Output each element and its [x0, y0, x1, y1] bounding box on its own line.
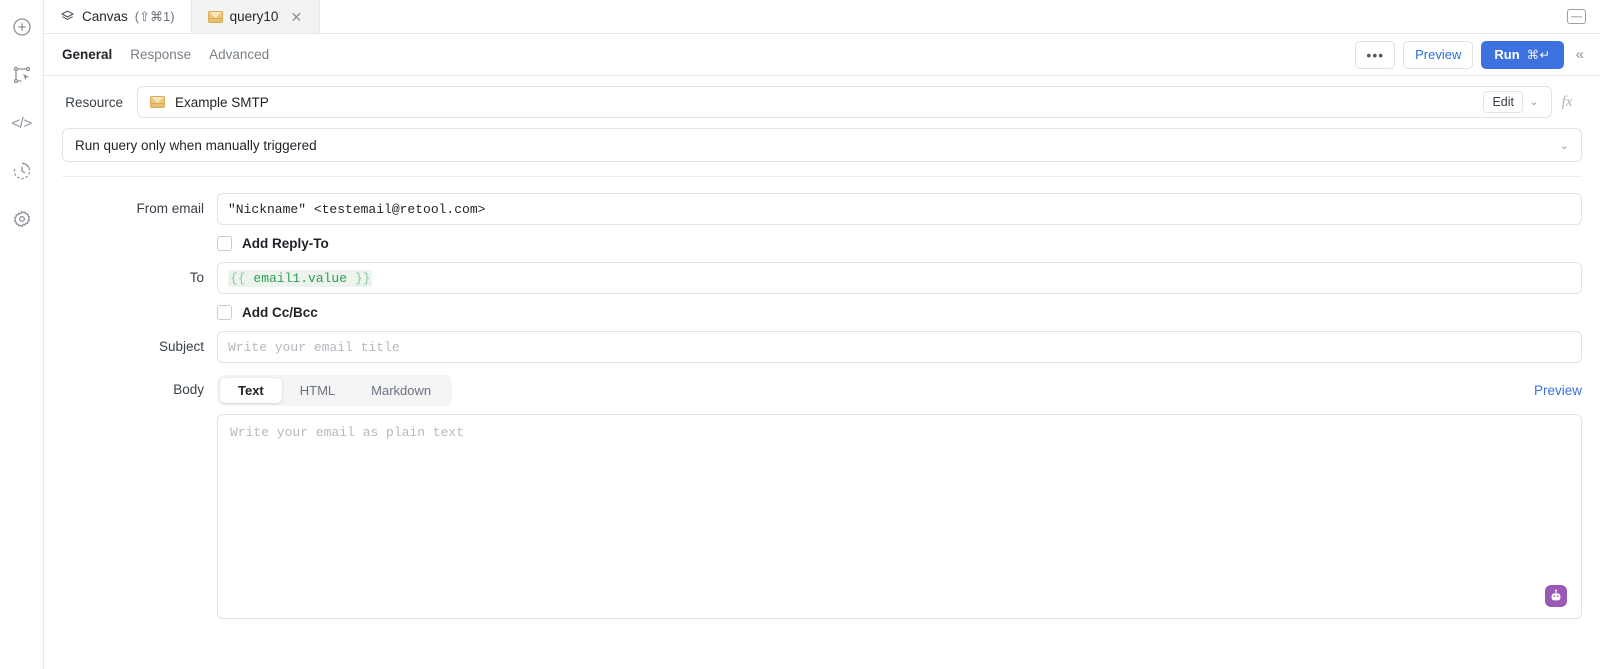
tab-strip-right — [1567, 0, 1600, 33]
resource-value: Example SMTP — [175, 94, 269, 110]
tab-query10[interactable]: query10 ✕ — [191, 0, 321, 33]
subject-placeholder: Write your email title — [228, 339, 400, 355]
run-button-label: Run — [1494, 47, 1520, 62]
chevron-down-icon: ⌄ — [1559, 139, 1569, 152]
preview-button[interactable]: Preview — [1403, 40, 1474, 69]
edit-resource-button[interactable]: Edit — [1483, 91, 1523, 113]
run-button[interactable]: Run ⌘↵ — [1481, 40, 1564, 69]
query-editor-body: Resource Example SMTP Edit ⌄ fx Run quer… — [44, 76, 1600, 669]
tab-general[interactable]: General — [62, 47, 112, 62]
from-email-row: From email "Nickname" <testemail@retool.… — [62, 193, 1582, 225]
left-icon-rail: </> — [0, 0, 44, 669]
tab-strip: Canvas (⇧⌘1) query10 ✕ — [44, 0, 1600, 34]
body-mode-markdown[interactable]: Markdown — [353, 378, 449, 403]
history-icon[interactable] — [7, 156, 37, 186]
body-label: Body — [173, 382, 204, 397]
body-mode-row: Body Text HTML Markdown Preview — [62, 374, 1582, 406]
from-email-label: From email — [136, 201, 204, 216]
subject-row: Subject Write your email title — [62, 331, 1582, 363]
body-mode-text[interactable]: Text — [220, 377, 282, 403]
from-email-value: "Nickname" <testemail@retool.com> — [228, 201, 486, 217]
email-envelope-icon — [207, 10, 223, 23]
subject-input[interactable]: Write your email title — [217, 331, 1582, 363]
chevron-down-icon[interactable]: ⌄ — [1523, 91, 1545, 113]
app-root: </> Canvas (⇧⌘1) query10 ✕ General Respo… — [0, 0, 1600, 669]
from-email-input[interactable]: "Nickname" <testemail@retool.com> — [217, 193, 1582, 225]
to-row: To {{ email1.value }} — [62, 262, 1582, 294]
main-column: Canvas (⇧⌘1) query10 ✕ General Response … — [44, 0, 1600, 669]
trigger-mode-select[interactable]: Run query only when manually triggered ⌄ — [62, 128, 1582, 162]
add-reply-to-checkbox[interactable] — [217, 236, 232, 251]
to-label: To — [189, 270, 204, 285]
to-open-brace: {{ — [230, 270, 246, 286]
close-icon[interactable]: ✕ — [289, 10, 303, 24]
add-cc-bcc-row: Add Cc/Bcc — [62, 305, 1582, 320]
to-input[interactable]: {{ email1.value }} — [217, 262, 1582, 294]
code-icon[interactable]: </> — [7, 108, 37, 138]
minimize-panel-icon[interactable] — [1567, 9, 1586, 24]
tab-canvas[interactable]: Canvas (⇧⌘1) — [44, 0, 192, 33]
add-cc-bcc-checkbox[interactable] — [217, 305, 232, 320]
trigger-mode-value: Run query only when manually triggered — [75, 137, 317, 153]
email-envelope-icon — [150, 96, 165, 108]
resource-row: Resource Example SMTP Edit ⌄ fx — [62, 76, 1582, 128]
code-icon-glyph: </> — [11, 114, 32, 132]
add-reply-to-label[interactable]: Add Reply-To — [242, 236, 329, 251]
query-tabs: General Response Advanced — [62, 47, 269, 62]
resource-label: Resource — [65, 94, 123, 110]
select-frame-icon[interactable] — [7, 60, 37, 90]
fx-icon[interactable]: fx — [1552, 94, 1582, 111]
add-cc-bcc-label[interactable]: Add Cc/Bcc — [242, 305, 318, 320]
ai-assistant-icon[interactable] — [1545, 585, 1567, 607]
add-reply-to-row: Add Reply-To — [62, 236, 1582, 251]
tab-canvas-label: Canvas — [82, 9, 128, 24]
body-placeholder: Write your email as plain text — [230, 425, 465, 440]
resource-select[interactable]: Example SMTP Edit ⌄ — [137, 86, 1552, 118]
layers-icon — [60, 9, 75, 24]
query-toolbar: General Response Advanced ••• Preview Ru… — [44, 34, 1600, 76]
body-preview-link[interactable]: Preview — [1534, 383, 1582, 398]
subject-label: Subject — [158, 339, 204, 354]
to-expression: {{ email1.value }} — [228, 269, 373, 287]
tab-response[interactable]: Response — [130, 47, 191, 62]
to-close-brace: }} — [354, 270, 371, 286]
tab-query10-label: query10 — [229, 9, 279, 24]
body-mode-html[interactable]: HTML — [282, 378, 353, 403]
run-button-shortcut: ⌘↵ — [1526, 48, 1551, 62]
more-options-button[interactable]: ••• — [1355, 40, 1396, 69]
tab-advanced[interactable]: Advanced — [209, 47, 269, 62]
tab-canvas-shortcut: (⇧⌘1) — [134, 8, 175, 24]
add-icon[interactable] — [7, 12, 37, 42]
toolbar-actions: ••• Preview Run ⌘↵ « — [1355, 40, 1586, 69]
settings-gear-icon[interactable] — [7, 204, 37, 234]
section-divider — [62, 176, 1582, 177]
body-mode-segmented-control: Text HTML Markdown — [217, 374, 453, 406]
resource-actions: Edit ⌄ — [1483, 91, 1545, 113]
to-expression-body: email1.value — [245, 270, 355, 286]
collapse-chevrons-icon[interactable]: « — [1572, 46, 1586, 63]
body-textarea[interactable]: Write your email as plain text — [217, 414, 1582, 619]
